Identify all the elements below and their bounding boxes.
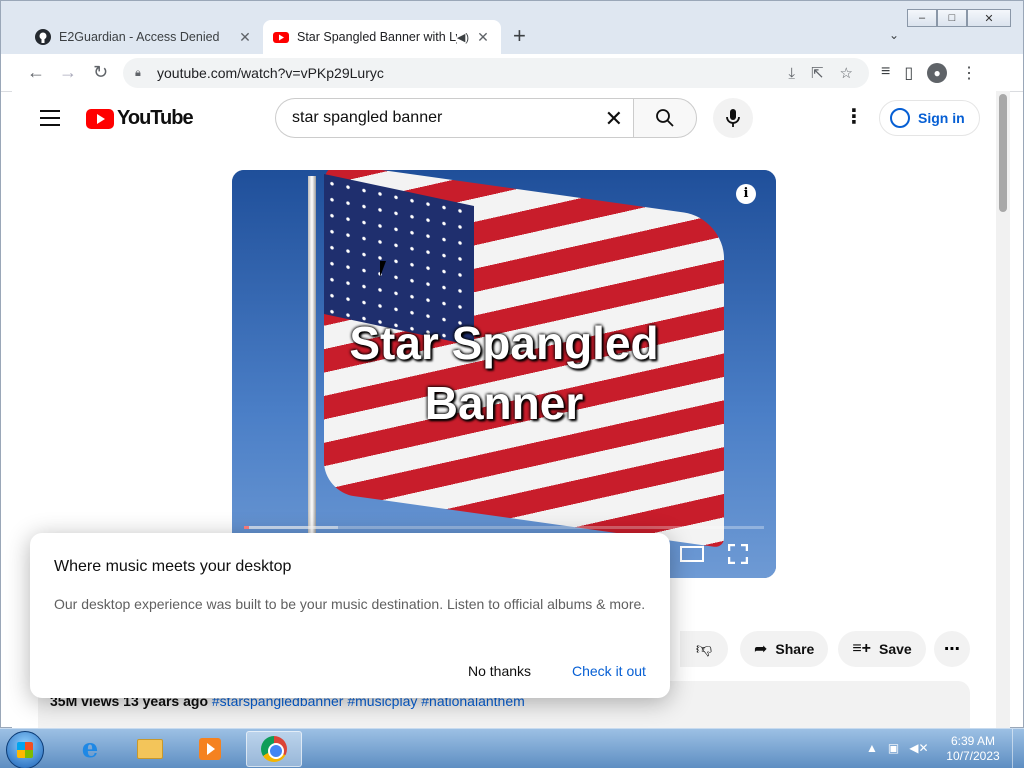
window-controls: – □ ✕: [907, 9, 1011, 27]
show-hidden-icons-icon[interactable]: ▲: [866, 741, 878, 755]
youtube-favicon-icon: [273, 32, 289, 43]
dialog-heading: Where music meets your desktop: [54, 558, 292, 575]
sign-in-button[interactable]: Sign in: [879, 100, 980, 136]
share-button[interactable]: ➦ Share: [740, 631, 829, 667]
page-scrollbar[interactable]: [996, 91, 1010, 728]
taskbar-chrome[interactable]: [246, 731, 302, 767]
scrollbar-thumb[interactable]: [999, 94, 1007, 212]
start-button[interactable]: [6, 731, 44, 768]
profile-avatar-icon[interactable]: ●: [927, 63, 948, 83]
reload-icon[interactable]: ↻: [93, 63, 108, 81]
clock-date: 10/7/2023: [946, 749, 1000, 763]
no-thanks-button[interactable]: No thanks: [468, 663, 531, 679]
side-panel-icon[interactable]: ▯: [904, 63, 913, 83]
search-button[interactable]: [633, 98, 697, 138]
info-icon[interactable]: i: [736, 184, 756, 204]
guide-menu-icon[interactable]: [40, 110, 60, 131]
clear-search-icon[interactable]: ✕: [605, 106, 623, 132]
video-actions: ➦ Share ≡+ Save: [740, 631, 926, 667]
youtube-wordmark: YouTube: [117, 107, 194, 129]
youtube-logo[interactable]: YouTube: [86, 107, 194, 130]
lock-icon[interactable]: 🔒︎: [135, 67, 149, 80]
video-player[interactable]: Star Spangled Banner i: [232, 170, 776, 578]
fullscreen-icon[interactable]: [728, 544, 748, 564]
search-icon: [656, 109, 674, 127]
account-icon: [890, 108, 910, 128]
share-label: Share: [775, 641, 815, 657]
back-arrow-icon[interactable]: ←: [27, 63, 45, 81]
dialog-body: Our desktop experience was built to be y…: [54, 596, 646, 612]
taskbar-internet-explorer[interactable]: e: [62, 731, 118, 767]
settings-kebab-icon[interactable]: ⋮: [844, 107, 864, 127]
url-text: youtube.com/watch?v=vPKp29Luryc: [157, 65, 384, 81]
close-tab-icon[interactable]: ✕: [237, 29, 253, 46]
playlist-add-icon: ≡+: [852, 640, 872, 657]
more-actions-icon[interactable]: ⋯: [934, 631, 970, 667]
install-icon[interactable]: ⤓: [788, 65, 795, 82]
system-tray: ▲ ▣ ◀✕: [866, 741, 929, 755]
show-desktop-button[interactable]: [1012, 729, 1024, 768]
search-query: star spangled banner: [292, 109, 443, 126]
chrome-menu-icon[interactable]: ⋮: [961, 63, 977, 83]
dislike-button[interactable]: 👎︎: [680, 631, 728, 667]
tab-youtube[interactable]: Star Spangled Banner with Ly ◀) ✕: [263, 20, 501, 54]
video-overlay-title-line1: Star Spangled: [349, 317, 659, 369]
tab-search-chevron-icon[interactable]: ⌄: [889, 28, 899, 42]
volume-muted-icon[interactable]: ◀✕: [909, 741, 928, 755]
taskbar-media-player[interactable]: [182, 731, 238, 767]
maximize-button[interactable]: □: [937, 9, 967, 27]
media-player-icon: [199, 738, 221, 760]
tab-title: Star Spangled Banner with Ly: [297, 30, 457, 44]
forward-arrow-icon[interactable]: →: [59, 63, 77, 81]
omnibox-actions: ⤓ ⇱ ☆: [788, 58, 853, 88]
toolbar-right: ≡ ▯ ● ⋮: [881, 63, 977, 83]
mouse-cursor-icon: [380, 261, 386, 277]
microphone-icon: [726, 109, 740, 127]
system-clock[interactable]: 6:39 AM 10/7/2023: [940, 734, 1006, 764]
thumbs-down-icon: 👎︎: [695, 640, 713, 658]
voice-search-button[interactable]: [713, 98, 753, 138]
chrome-icon: [261, 736, 287, 762]
folder-icon: [137, 739, 163, 759]
network-icon[interactable]: ▣: [888, 741, 899, 755]
share-page-icon[interactable]: ⇱: [811, 64, 824, 82]
youtube-play-icon: [86, 108, 114, 129]
close-tab-icon[interactable]: ✕: [475, 29, 491, 46]
music-promo-dialog: Where music meets your desktop Our deskt…: [30, 533, 670, 698]
windows-logo-icon: [17, 742, 33, 758]
share-arrow-icon: ➦: [754, 641, 768, 658]
github-icon: [35, 29, 51, 45]
close-window-button[interactable]: ✕: [967, 9, 1011, 27]
reading-list-icon[interactable]: ≡: [881, 63, 890, 83]
bookmark-star-icon[interactable]: ☆: [840, 64, 853, 82]
taskbar: e ▲ ▣ ◀✕ 6:39 AM 10/7/2023: [0, 728, 1024, 768]
check-it-out-button[interactable]: Check it out: [572, 663, 646, 679]
minimize-button[interactable]: –: [907, 9, 937, 27]
address-bar[interactable]: 🔒︎ youtube.com/watch?v=vPKp29Luryc ⤓ ⇱ ☆: [123, 58, 869, 88]
taskbar-file-explorer[interactable]: [122, 731, 178, 767]
save-button[interactable]: ≡+ Save: [838, 631, 926, 667]
save-label: Save: [879, 641, 912, 657]
buffered-bar: [244, 526, 338, 529]
progress-bar[interactable]: [244, 526, 764, 529]
tab-title: E2Guardian - Access Denied: [59, 30, 220, 44]
sign-in-label: Sign in: [918, 110, 965, 126]
theater-mode-icon[interactable]: [680, 546, 704, 562]
internet-explorer-icon: e: [81, 734, 99, 764]
video-overlay-title-line2: Banner: [424, 377, 584, 429]
browser-toolbar: ← → ↻ 🔒︎ youtube.com/watch?v=vPKp29Luryc…: [1, 54, 1023, 92]
tab-e2guardian[interactable]: E2Guardian - Access Denied ✕: [25, 20, 263, 54]
clock-time: 6:39 AM: [950, 734, 996, 748]
tab-strip: – □ ✕ E2Guardian - Access Denied ✕ Star …: [1, 1, 1023, 54]
search-input[interactable]: star spangled banner ✕: [275, 98, 633, 138]
speaker-icon[interactable]: ◀): [457, 31, 469, 44]
new-tab-icon[interactable]: +: [513, 25, 526, 47]
